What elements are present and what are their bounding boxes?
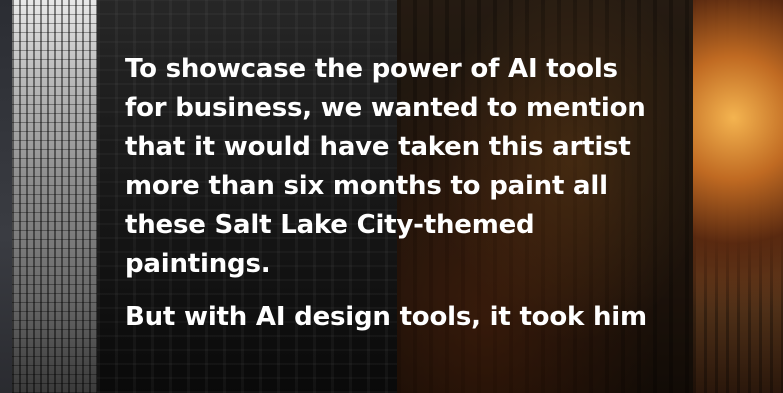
left-edge-panel (0, 0, 12, 393)
article-text: To showcase the power of AI tools for bu… (125, 50, 665, 351)
fire-city-painting (693, 0, 783, 393)
sketch-city-painting (12, 0, 97, 393)
paragraph-intro: To showcase the power of AI tools for bu… (125, 54, 646, 279)
paragraph-ai-tools: But with AI design tools, it took him (125, 302, 647, 332)
